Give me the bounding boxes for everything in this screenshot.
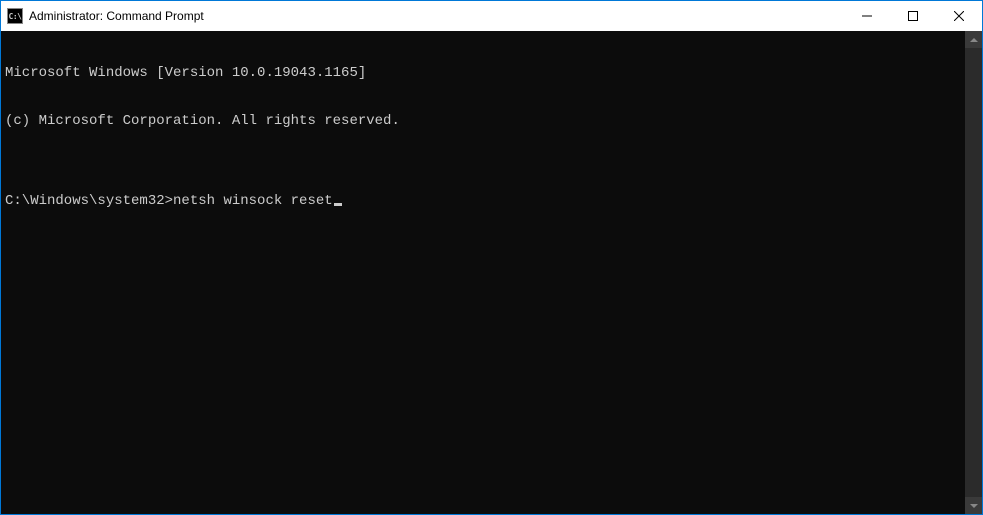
minimize-icon	[862, 11, 872, 21]
terminal-line: (c) Microsoft Corporation. All rights re…	[5, 113, 961, 129]
scrollbar-track[interactable]	[965, 48, 982, 497]
client-area: Microsoft Windows [Version 10.0.19043.11…	[1, 31, 982, 514]
cursor	[334, 203, 342, 206]
terminal-line: Microsoft Windows [Version 10.0.19043.11…	[5, 65, 961, 81]
window-frame: C:\ Administrator: Command Prompt Micros…	[0, 0, 983, 515]
terminal-prompt-line: C:\Windows\system32>netsh winsock reset	[5, 193, 961, 209]
scroll-up-button[interactable]	[965, 31, 982, 48]
titlebar[interactable]: C:\ Administrator: Command Prompt	[1, 1, 982, 31]
close-icon	[954, 11, 964, 21]
window-controls	[844, 1, 982, 31]
vertical-scrollbar[interactable]	[965, 31, 982, 514]
command-text: netsh winsock reset	[173, 193, 333, 209]
maximize-button[interactable]	[890, 1, 936, 31]
minimize-button[interactable]	[844, 1, 890, 31]
close-button[interactable]	[936, 1, 982, 31]
window-title: Administrator: Command Prompt	[29, 9, 844, 23]
chevron-up-icon	[970, 38, 978, 42]
maximize-icon	[908, 11, 918, 21]
terminal-output[interactable]: Microsoft Windows [Version 10.0.19043.11…	[1, 31, 965, 514]
cmd-icon: C:\	[7, 8, 23, 24]
scroll-down-button[interactable]	[965, 497, 982, 514]
chevron-down-icon	[970, 504, 978, 508]
prompt-text: C:\Windows\system32>	[5, 193, 173, 209]
